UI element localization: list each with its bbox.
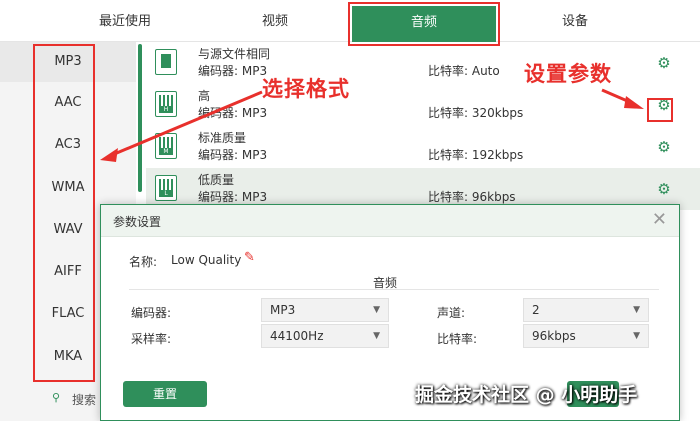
name-label: 名称: — [129, 255, 158, 269]
reset-button[interactable]: 重置 — [123, 381, 207, 407]
name-value: Low Quality — [171, 253, 242, 267]
close-icon[interactable]: ✕ — [652, 209, 667, 230]
arrow-to-formats — [111, 90, 263, 157]
chevron-down-icon: ▼ — [373, 305, 380, 315]
bitrate-select[interactable]: 96kbps ▼ — [523, 324, 649, 348]
chevron-down-icon: ▼ — [633, 305, 640, 315]
bitrate-label: 比特率: — [437, 332, 478, 346]
watermark: 掘金技术社区 @ 小明助手 — [415, 384, 638, 406]
samplerate-select-value: 44100Hz — [270, 329, 324, 343]
chevron-down-icon: ▼ — [633, 331, 640, 341]
channel-select-value: 2 — [532, 303, 540, 317]
arrow-head-gear — [624, 96, 644, 109]
dialog-title: 参数设置 — [113, 215, 162, 229]
encoder-label: 编码器: — [131, 306, 172, 320]
edit-pencil-icon[interactable]: ✎ — [244, 250, 255, 265]
encoder-select[interactable]: MP3 ▼ — [261, 298, 389, 322]
dialog-header: 参数设置 ✕ — [101, 205, 679, 237]
encoder-select-value: MP3 — [270, 303, 296, 317]
section-divider — [129, 289, 659, 290]
samplerate-label: 采样率: — [131, 332, 172, 346]
channel-select[interactable]: 2 ▼ — [523, 298, 649, 322]
arrow-head-formats — [100, 148, 118, 162]
bitrate-select-value: 96kbps — [532, 329, 576, 343]
channel-label: 声道: — [437, 306, 466, 320]
samplerate-select[interactable]: 44100Hz ▼ — [261, 324, 389, 348]
chevron-down-icon: ▼ — [373, 331, 380, 341]
